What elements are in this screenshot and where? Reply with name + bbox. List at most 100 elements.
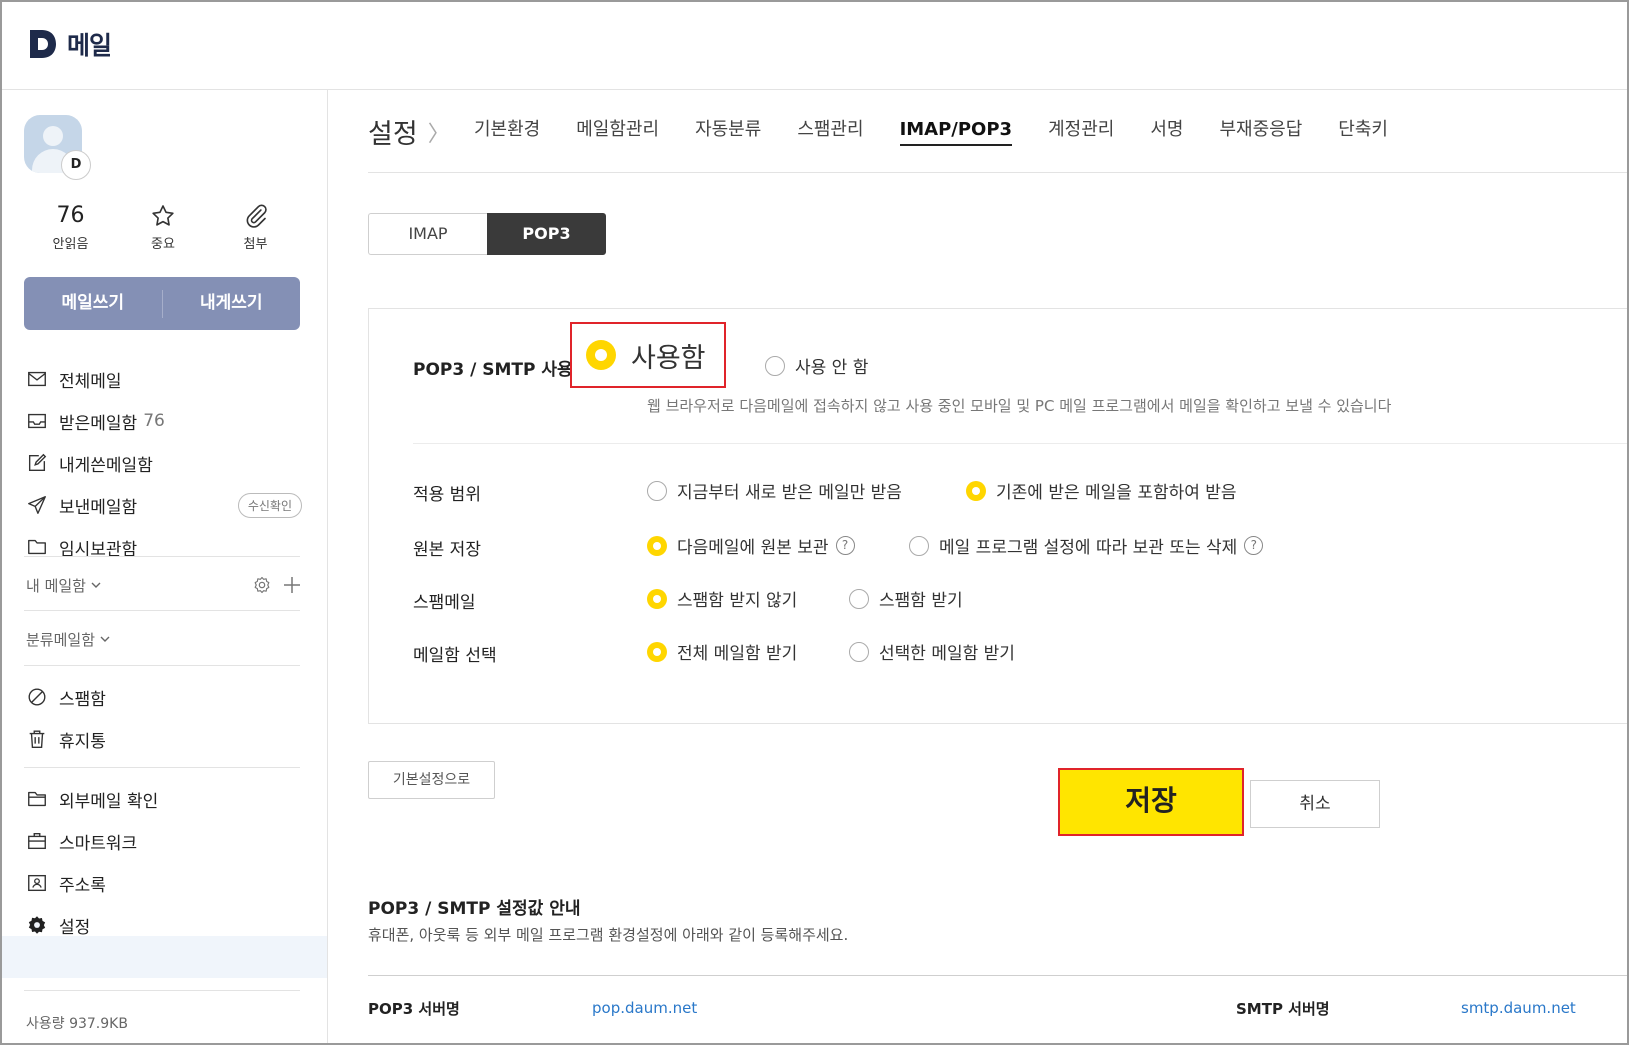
smtp-server-label: SMTP 서버명 (1236, 1000, 1330, 1018)
write-button-group: 메일쓰기 내게쓰기 (24, 277, 300, 330)
selected-mailbox-radio[interactable]: 선택한 메일함 받기 (849, 639, 1015, 664)
plus-icon[interactable] (282, 575, 302, 595)
sidebar-item-label: 스팸함 (59, 689, 106, 710)
sidebar-item-label: 휴지통 (59, 731, 106, 752)
sidebar-item-label: 스마트워크 (59, 833, 138, 854)
radio-circle-selected (586, 340, 616, 370)
tab-shortcuts[interactable]: 단축키 (1338, 116, 1388, 146)
radio-circle (765, 355, 785, 376)
tab-basic[interactable]: 기본환경 (474, 116, 540, 146)
pop3-server-value[interactable]: pop.daum.net (592, 999, 697, 1017)
mail-counts: 76 안읽음 중요 첨부 (28, 202, 298, 252)
all-mailbox-radio[interactable]: 전체 메일함 받기 (647, 639, 797, 664)
tab-mailbox-manage[interactable]: 메일함관리 (576, 116, 659, 146)
reset-defaults-button[interactable]: 기본설정으로 (368, 761, 495, 799)
scope-include-existing-radio[interactable]: 기존에 받은 메일을 포함하여 받음 (966, 478, 1237, 503)
sidebar-item-label: 보낸메일함 (59, 497, 138, 518)
unread-count[interactable]: 76 안읽음 (28, 202, 113, 252)
paperclip-icon (246, 204, 267, 228)
my-mailbox-header[interactable]: 내 메일함 (26, 570, 302, 600)
chevron-down-icon (91, 582, 101, 588)
pop3-smtp-use-label: POP3 / SMTP 사용 (413, 360, 573, 380)
tab-imap-pop3[interactable]: IMAP/POP3 (899, 116, 1013, 146)
scope-new-only-label: 지금부터 새로 받은 메일만 받음 (677, 483, 902, 503)
info-title: POP3 / SMTP 설정값 안내 (368, 899, 581, 919)
sidebar-item-inbox[interactable]: 받은메일함 76 (26, 400, 302, 442)
mail-icon (28, 371, 46, 387)
category-mailbox-header[interactable]: 분류메일함 (26, 624, 302, 654)
attachment-label: 첨부 (243, 237, 268, 252)
sidebar-item-all-mail[interactable]: 전체메일 (26, 358, 302, 400)
my-mailbox-label: 내 메일함 (26, 576, 86, 595)
imap-tab-button[interactable]: IMAP (368, 213, 487, 255)
selected-mailbox-label: 선택한 메일함 받기 (879, 644, 1015, 664)
starred-filter[interactable]: 중요 (121, 202, 206, 252)
external-folder-icon (28, 791, 46, 807)
origin-keep-radio[interactable]: 다음메일에 원본 보관 ? (647, 533, 855, 558)
attachment-filter[interactable]: 첨부 (213, 202, 298, 252)
settings-main: 설정 〉 기본환경 메일함관리 자동분류 스팸관리 IMAP/POP3 계정관리… (328, 90, 1627, 1043)
sidebar-item-address-book[interactable]: 주소록 (26, 862, 302, 904)
origin-follow-client-label: 메일 프로그램 설정에 따라 보관 또는 삭제 (939, 538, 1238, 558)
daum-logo-icon (30, 30, 56, 58)
spam-trash-list: 스팸함 휴지통 (26, 676, 302, 760)
block-icon (28, 688, 46, 706)
origin-save-label: 원본 저장 (413, 540, 481, 560)
tab-account[interactable]: 계정관리 (1048, 116, 1114, 146)
protocol-toggle: IMAP POP3 (368, 213, 606, 255)
smtp-server-value[interactable]: smtp.daum.net (1461, 999, 1576, 1017)
sidebar-item-self-mail[interactable]: 내게쓴메일함 (26, 442, 302, 484)
sidebar-item-external-mail[interactable]: 외부메일 확인 (26, 778, 302, 820)
origin-keep-label: 다음메일에 원본 보관 (677, 538, 829, 558)
write-to-self-button[interactable]: 내게쓰기 (163, 277, 301, 330)
sidebar-item-label: 주소록 (59, 875, 106, 896)
app-title: 메일 (67, 31, 112, 60)
app-window: 메일 D 76 안읽음 중요 첨부 메일쓰기 내게쓰기 전체메일 받은메일함 7… (0, 0, 1629, 1045)
read-receipt-button[interactable]: 수신확인 (237, 492, 302, 518)
sidebar-item-label: 외부메일 확인 (59, 791, 159, 812)
gear-icon[interactable] (252, 575, 272, 595)
sidebar-item-label: 내게쓴메일함 (59, 455, 153, 476)
pop3-tab-button[interactable]: POP3 (487, 213, 606, 255)
trash-icon (29, 730, 45, 748)
address-book-icon (28, 874, 46, 892)
spam-include-radio[interactable]: 스팸함 받기 (849, 586, 963, 611)
unread-label: 안읽음 (52, 237, 89, 252)
origin-follow-client-radio[interactable]: 메일 프로그램 설정에 따라 보관 또는 삭제 ? (909, 533, 1264, 558)
help-icon[interactable]: ? (835, 536, 855, 555)
sidebar-item-drafts[interactable]: 임시보관함 (26, 526, 302, 568)
logo[interactable]: 메일 (28, 26, 112, 62)
help-icon[interactable]: ? (1244, 536, 1264, 555)
starred-label: 중요 (151, 237, 175, 252)
breadcrumb: 설정 〉 (368, 112, 450, 151)
mailbox-list: 전체메일 받은메일함 76 내게쓴메일함 보낸메일함 수신확인 임시보관함 (26, 358, 302, 568)
sidebar-item-spam[interactable]: 스팸함 (26, 676, 302, 718)
save-button[interactable]: 저장 (1058, 768, 1244, 836)
pop3-description: 웹 브라우저로 다음메일에 접속하지 않고 사용 중인 모바일 및 PC 메일 … (647, 397, 1392, 415)
spam-exclude-label: 스팸함 받지 않기 (677, 591, 798, 611)
use-on-radio[interactable]: 사용함 (570, 322, 726, 388)
send-icon (28, 496, 46, 514)
use-off-radio[interactable]: 사용 안 함 (765, 353, 868, 378)
sidebar-item-trash[interactable]: 휴지통 (26, 718, 302, 760)
sidebar-item-settings[interactable]: 설정 (26, 904, 302, 946)
compose-button[interactable]: 메일쓰기 (24, 277, 162, 330)
tab-auto-sort[interactable]: 자동분류 (695, 116, 761, 146)
sidebar-item-label: 전체메일 (59, 371, 122, 392)
sidebar-item-smartwork[interactable]: 스마트워크 (26, 820, 302, 862)
tab-spam-manage[interactable]: 스팸관리 (797, 116, 863, 146)
use-off-label: 사용 안 함 (795, 358, 869, 378)
scope-label: 적용 범위 (413, 485, 481, 505)
tab-auto-reply[interactable]: 부재중응답 (1219, 116, 1302, 146)
cancel-button[interactable]: 취소 (1250, 780, 1380, 828)
sidebar-item-sent[interactable]: 보낸메일함 수신확인 (26, 484, 302, 526)
mailbox-select-label: 메일함 선택 (413, 646, 497, 666)
unread-count-value: 76 (56, 203, 85, 228)
spam-exclude-radio[interactable]: 스팸함 받지 않기 (647, 586, 797, 611)
tab-signature[interactable]: 서명 (1150, 116, 1183, 146)
star-icon (152, 205, 174, 226)
sidebar-item-label: 받은메일함 (59, 413, 138, 434)
spam-include-label: 스팸함 받기 (879, 591, 963, 611)
scope-new-only-radio[interactable]: 지금부터 새로 받은 메일만 받음 (647, 478, 902, 503)
inbox-unread-count: 76 (143, 411, 165, 431)
